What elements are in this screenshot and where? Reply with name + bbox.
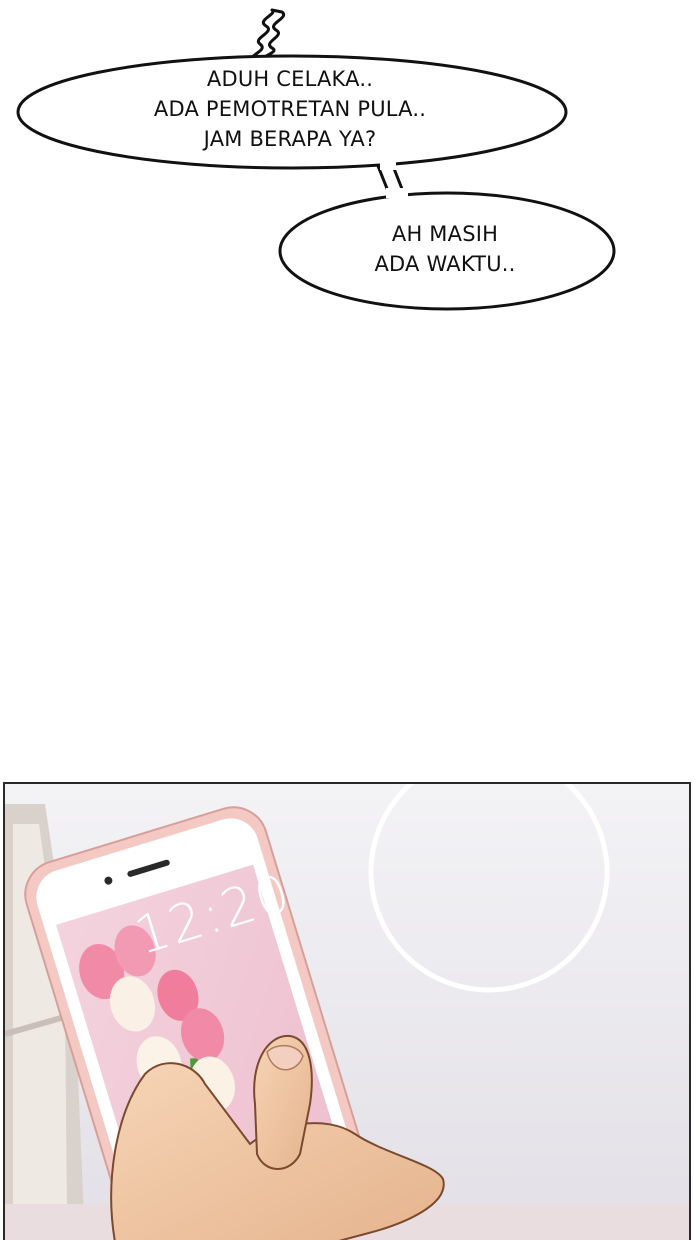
bubble1-tail: [248, 8, 286, 62]
speech-bubbles: [16, 8, 616, 311]
bubble1-line: JAM BERAPA YA?: [203, 127, 377, 151]
speech-bubble-2-text: AH MASIH ADA WAKTU..: [300, 219, 590, 279]
bubble1-line: ADUH CELAKA..: [206, 67, 374, 91]
panel-illustration: [5, 784, 689, 1240]
bubble1-line: ADA PEMOTRETAN PULA..: [153, 97, 427, 121]
comic-panel: 12:20: [3, 782, 691, 1240]
bubble2-line: ADA WAKTU..: [374, 252, 516, 276]
bubble2-line: AH MASIH: [391, 222, 499, 246]
speech-bubble-1-text: ADUH CELAKA.. ADA PEMOTRETAN PULA.. JAM …: [60, 64, 520, 154]
